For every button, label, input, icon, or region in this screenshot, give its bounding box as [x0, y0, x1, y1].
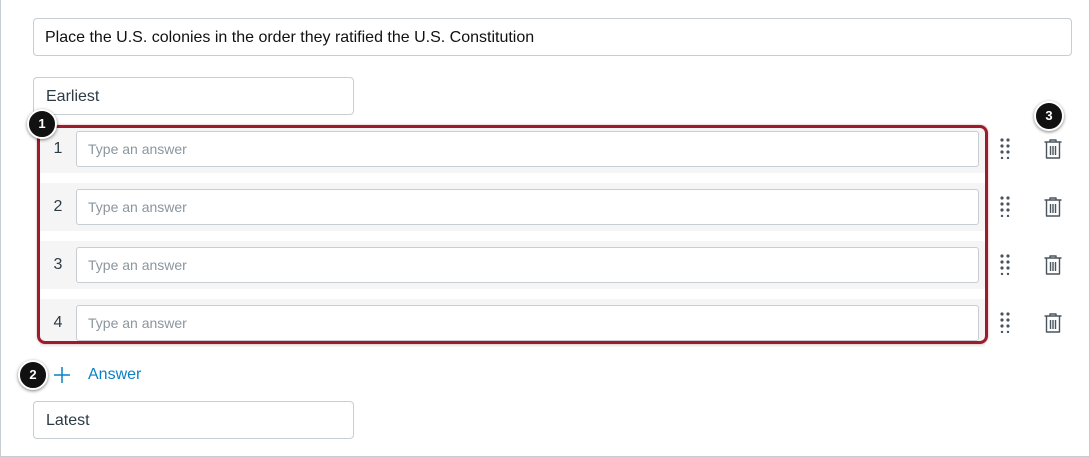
- drag-handle-icon[interactable]: [998, 195, 1012, 217]
- add-answer-label: Answer: [88, 366, 142, 383]
- question-prompt-field[interactable]: Place the U.S. colonies in the order the…: [33, 18, 1072, 56]
- question-editor: Place the U.S. colonies in the order the…: [0, 0, 1090, 457]
- callout-badge-2: 2: [18, 360, 48, 390]
- drag-handle-icon[interactable]: [998, 311, 1012, 333]
- plus-icon: [54, 367, 70, 383]
- trash-icon[interactable]: [1042, 138, 1064, 160]
- add-answer-button[interactable]: Answer: [53, 362, 141, 388]
- drag-handle-icon[interactable]: [998, 253, 1012, 275]
- drag-handle-icon[interactable]: [998, 137, 1012, 159]
- trash-icon[interactable]: [1042, 196, 1064, 218]
- earliest-label-field[interactable]: Earliest: [33, 77, 354, 115]
- callout-badge-1: 1: [27, 109, 57, 139]
- answers-highlight-box: [37, 125, 988, 344]
- callout-badge-3: 3: [1034, 101, 1064, 131]
- latest-label-field[interactable]: Latest: [33, 401, 354, 439]
- trash-icon[interactable]: [1042, 254, 1064, 276]
- trash-icon[interactable]: [1042, 312, 1064, 334]
